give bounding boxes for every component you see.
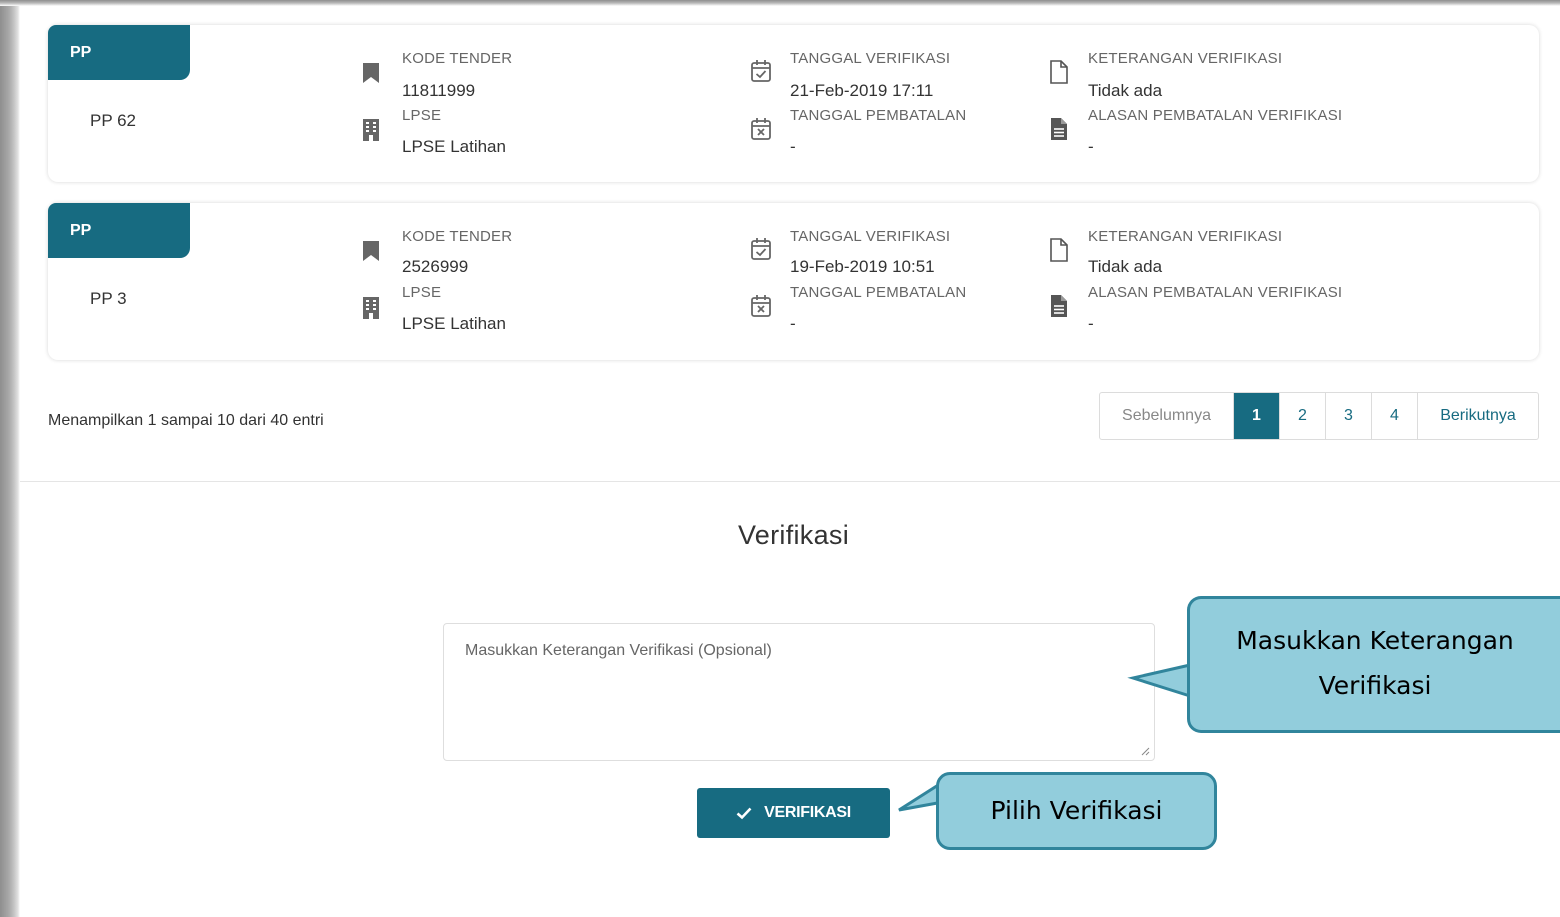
record-type-label: PP: [70, 44, 92, 61]
verification-section-title: Verifikasi: [737, 520, 850, 550]
window-frame-left: [0, 0, 20, 917]
tanggal-pembatalan-label: TANGGAL PEMBATALAN: [790, 107, 967, 124]
keterangan-verifikasi-label: KETERANGAN VERIFIKASI: [1088, 50, 1283, 67]
verification-record-card: PP PP 3 KODE TENDER 2526999 LPSE LPSE La…: [48, 203, 1539, 360]
tanggal-pembatalan-value: -: [790, 314, 796, 333]
building-icon: [363, 297, 379, 319]
kode-tender-label: KODE TENDER: [402, 50, 513, 67]
bookmark-icon: [363, 63, 379, 83]
callout-enter-note-text: Masukkan Keterangan Verifikasi: [1236, 626, 1514, 700]
calendar-x-icon: [751, 118, 771, 140]
calendar-check-icon: [751, 60, 771, 82]
alasan-pembatalan-label: ALASAN PEMBATALAN VERIFIKASI: [1088, 284, 1343, 301]
document-filled-icon: [1051, 118, 1067, 140]
callout-choose-verify: Pilih Verifikasi: [936, 772, 1217, 850]
section-divider: [20, 481, 1560, 482]
tanggal-verifikasi-value: 21-Feb-2019 17:11: [790, 81, 934, 100]
callout-choose-verify-text: Pilih Verifikasi: [990, 796, 1163, 825]
alasan-pembatalan-value: -: [1088, 137, 1094, 156]
lpse-value: LPSE Latihan: [402, 137, 506, 156]
verify-button[interactable]: VERIFIKASI: [697, 788, 890, 838]
table-info-text: Menampilkan 1 sampai 10 dari 40 entri: [48, 412, 324, 429]
checkmark-icon: [736, 807, 752, 820]
verification-note-textarea[interactable]: Masukkan Keterangan Verifikasi (Opsional…: [443, 623, 1155, 761]
document-filled-icon: [1051, 295, 1067, 317]
pagination-page-3[interactable]: 3: [1326, 393, 1372, 439]
pagination: Sebelumnya 1 2 3 4 Berikutnya: [1099, 392, 1539, 440]
record-type-label: PP: [70, 222, 92, 239]
pp-name: PP 3: [90, 289, 127, 308]
kode-tender-value: 11811999: [402, 81, 476, 100]
calendar-check-icon: [751, 238, 771, 260]
pagination-page-4[interactable]: 4: [1372, 393, 1418, 439]
document-outline-icon: [1050, 238, 1068, 262]
alasan-pembatalan-value: -: [1088, 314, 1094, 333]
tanggal-verifikasi-label: TANGGAL VERIFIKASI: [790, 228, 951, 245]
lpse-value: LPSE Latihan: [402, 314, 506, 333]
pp-name: PP 62: [90, 111, 137, 130]
lpse-label: LPSE: [402, 284, 442, 301]
bookmark-icon: [363, 241, 379, 261]
pagination-next-button[interactable]: Berikutnya: [1418, 393, 1538, 439]
pagination-prev-button[interactable]: Sebelumnya: [1100, 393, 1234, 439]
window-frame-top: [0, 0, 1560, 6]
verify-button-label: VERIFIKASI: [764, 804, 851, 821]
kode-tender-value: 2526999: [402, 257, 469, 276]
building-icon: [363, 119, 379, 141]
lpse-label: LPSE: [402, 107, 442, 124]
tanggal-verifikasi-label: TANGGAL VERIFIKASI: [790, 50, 951, 67]
calendar-x-icon: [751, 295, 771, 317]
verification-record-card: PP PP 62 KODE TENDER 11811999 LPSE LPSE …: [48, 25, 1539, 182]
kode-tender-label: KODE TENDER: [402, 228, 513, 245]
keterangan-verifikasi-value: Tidak ada: [1088, 257, 1163, 276]
pagination-page-1[interactable]: 1: [1234, 393, 1280, 439]
tanggal-pembatalan-value: -: [790, 137, 796, 156]
pagination-page-2[interactable]: 2: [1280, 393, 1326, 439]
textarea-placeholder: Masukkan Keterangan Verifikasi (Opsional…: [465, 642, 772, 659]
keterangan-verifikasi-value: Tidak ada: [1088, 81, 1163, 100]
keterangan-verifikasi-label: KETERANGAN VERIFIKASI: [1088, 228, 1283, 245]
record-type-badge: PP: [48, 203, 190, 258]
tanggal-pembatalan-label: TANGGAL PEMBATALAN: [790, 284, 967, 301]
record-type-badge: PP: [48, 25, 190, 80]
resize-grip-icon[interactable]: [1140, 746, 1150, 756]
callout-enter-note: Masukkan Keterangan Verifikasi: [1187, 596, 1560, 733]
tanggal-verifikasi-value: 19-Feb-2019 10:51: [790, 257, 935, 276]
document-outline-icon: [1050, 60, 1068, 84]
alasan-pembatalan-label: ALASAN PEMBATALAN VERIFIKASI: [1088, 107, 1343, 124]
